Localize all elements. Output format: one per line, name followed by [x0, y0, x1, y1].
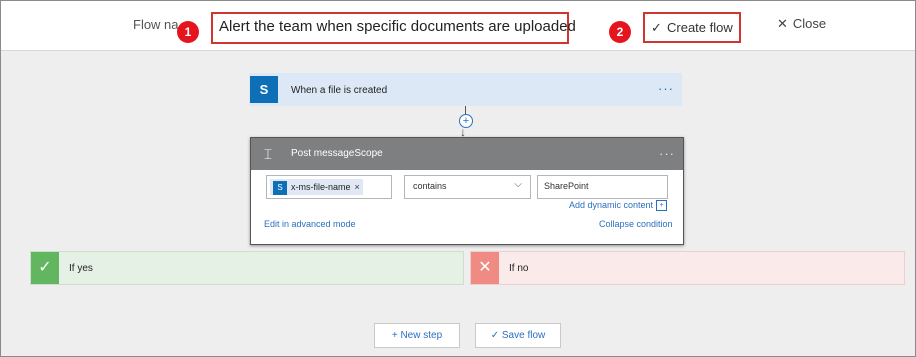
sharepoint-icon: S — [273, 180, 287, 195]
condition-value: SharePoint — [544, 181, 589, 191]
if-no-label: If no — [509, 263, 529, 274]
if-no-branch[interactable]: ✕ If no — [470, 251, 905, 285]
condition-value-input[interactable]: SharePoint — [537, 175, 668, 199]
close-icon: ✕ — [777, 16, 788, 31]
trigger-card[interactable]: S When a file is created ··· — [249, 73, 682, 106]
close-icon: ✕ — [471, 252, 499, 284]
trigger-title: When a file is created — [291, 85, 388, 96]
new-step-button[interactable]: + New step — [374, 323, 460, 348]
if-yes-branch[interactable]: ✓ If yes — [30, 251, 464, 285]
token-remove-icon[interactable]: × — [355, 182, 360, 192]
annotation-badge-1: 1 — [177, 21, 199, 43]
connector-line — [465, 106, 466, 114]
checkmark-icon: ✓ — [31, 252, 59, 284]
condition-card: ⌶ Post messageScope ··· Sx-ms-file-name ×… — [250, 137, 684, 245]
condition-header[interactable]: ⌶ Post messageScope ··· — [251, 138, 683, 170]
condition-icon: ⌶ — [263, 146, 273, 162]
annotation-badge-2: 2 — [609, 21, 631, 43]
condition-left-operand[interactable]: Sx-ms-file-name × — [266, 175, 392, 199]
flow-name-label: Flow na — [133, 17, 179, 32]
close-button[interactable]: ✕ Close — [777, 16, 826, 32]
flow-name-value: Alert the team when specific documents a… — [219, 18, 576, 35]
sharepoint-icon: S — [250, 76, 278, 103]
add-dynamic-content-label: Add dynamic content — [569, 200, 654, 210]
top-bar: Flow na 1 Alert the team when specific d… — [1, 1, 915, 51]
add-dynamic-content-link[interactable]: Add dynamic content + — [569, 200, 668, 212]
collapse-condition-link[interactable]: Collapse condition — [599, 219, 673, 229]
trigger-menu-icon[interactable]: ··· — [658, 81, 674, 96]
operator-value: contains — [413, 181, 447, 191]
dynamic-content-icon: + — [656, 200, 668, 212]
condition-title: Post messageScope — [291, 148, 383, 159]
create-flow-button[interactable]: ✓ Create flow — [643, 12, 741, 43]
checkmark-icon: ✓ — [651, 20, 662, 35]
token-label: x-ms-file-name — [291, 182, 351, 192]
dynamic-token[interactable]: Sx-ms-file-name × — [270, 179, 363, 195]
condition-menu-icon[interactable]: ··· — [659, 146, 675, 161]
close-label: Close — [792, 16, 827, 31]
edit-advanced-mode-link[interactable]: Edit in advanced mode — [264, 219, 356, 229]
flow-name-input[interactable]: Alert the team when specific documents a… — [211, 12, 576, 44]
if-yes-label: If yes — [69, 263, 93, 274]
create-flow-label: Create flow — [667, 20, 733, 35]
chevron-down-icon: ⌵ — [514, 179, 522, 190]
operator-dropdown[interactable]: contains ⌵ — [404, 175, 531, 199]
save-flow-button[interactable]: ✓ Save flow — [475, 323, 561, 348]
